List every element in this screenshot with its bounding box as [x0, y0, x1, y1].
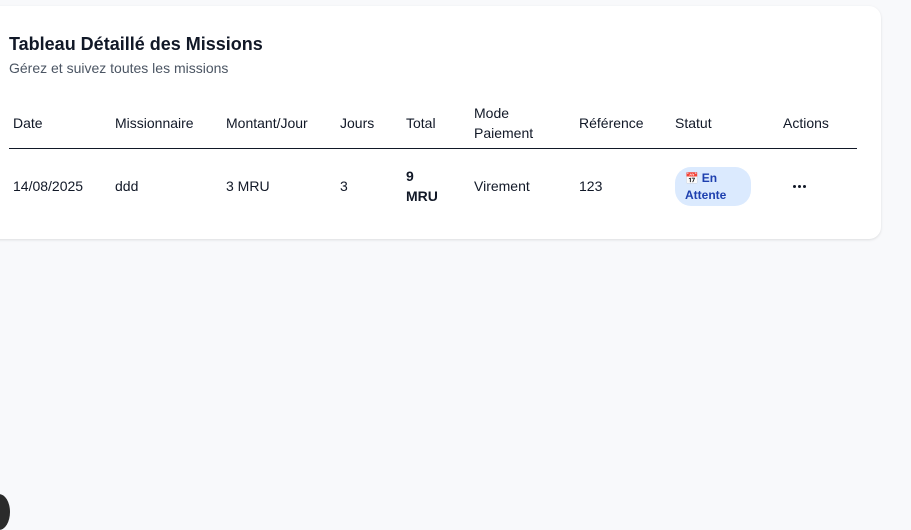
header-jours[interactable]: Jours [340, 98, 374, 148]
cell-total: 9 MRU [406, 149, 446, 223]
table-header: Date Missionnaire Montant/Jour Jours Tot… [9, 98, 857, 149]
cell-date: 14/08/2025 [13, 178, 84, 194]
table-row[interactable]: 14/08/2025 ddd 3 MRU 3 9 MRU Virement 12… [9, 149, 857, 223]
card-title: Tableau Détaillé des Missions [9, 34, 263, 54]
header-mode-paiement-line1: Mode [474, 105, 510, 121]
header-statut[interactable]: Statut [675, 98, 712, 148]
row-actions-button[interactable] [785, 172, 813, 200]
status-badge-line2: Attente [685, 187, 727, 202]
cell-missionnaire: ddd [115, 178, 139, 194]
header-montant-jour[interactable]: Montant/Jour [226, 98, 308, 148]
card-subtitle: Gérez et suivez toutes les missions [9, 60, 229, 76]
status-badge-line1: En [701, 170, 718, 185]
floating-avatar-button[interactable] [0, 494, 10, 530]
status-badge: 📅 En Attente [675, 166, 751, 206]
missions-table: Date Missionnaire Montant/Jour Jours Tot… [9, 98, 857, 223]
cell-montant-jour: 3 MRU [226, 178, 270, 194]
cell-mode-paiement: Virement [474, 178, 530, 194]
cell-total-currency: MRU [406, 188, 438, 204]
calendar-icon: 📅 [685, 172, 699, 185]
cell-reference: 123 [579, 178, 603, 194]
cell-jours: 3 [340, 178, 348, 194]
header-missionnaire[interactable]: Missionnaire [115, 98, 194, 148]
header-date[interactable]: Date [13, 98, 43, 148]
cell-statut: 📅 En Attente [675, 149, 751, 223]
header-mode-paiement[interactable]: Mode Paiement [474, 98, 533, 148]
header-total[interactable]: Total [406, 98, 436, 148]
header-reference[interactable]: Référence [579, 98, 644, 148]
header-actions: Actions [783, 115, 829, 131]
missions-card: Tableau Détaillé des Missions Gérez et s… [0, 6, 881, 239]
more-horizontal-icon [792, 184, 806, 188]
header-mode-paiement-line2: Paiement [474, 125, 534, 141]
cell-total-value: 9 [406, 168, 414, 184]
cell-actions [785, 149, 813, 223]
